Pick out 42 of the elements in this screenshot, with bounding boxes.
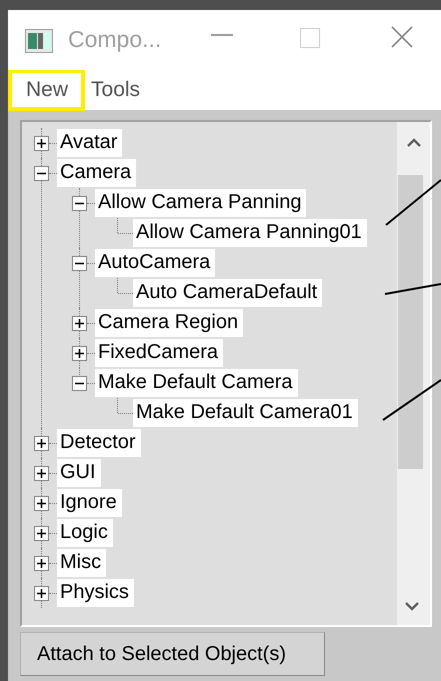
- minus-box-icon[interactable]: [72, 196, 87, 210]
- leader-line: [385, 179, 441, 226]
- plus-box-icon[interactable]: [34, 556, 49, 570]
- tree-item[interactable]: Camera: [57, 159, 136, 187]
- plus-box-icon[interactable]: [72, 346, 87, 360]
- tree-item[interactable]: Physics: [57, 579, 134, 607]
- tree-item[interactable]: Make Default Camera01: [133, 399, 358, 427]
- plus-box-icon[interactable]: [72, 316, 87, 330]
- menu-item[interactable]: New: [8, 69, 86, 111]
- tree-item[interactable]: AutoCamera: [95, 249, 216, 277]
- scrollbar[interactable]: [397, 122, 430, 625]
- tree-item[interactable]: GUI: [57, 459, 101, 487]
- minus-box-icon[interactable]: [34, 166, 49, 180]
- tree-item[interactable]: Avatar: [57, 129, 122, 157]
- tree-item[interactable]: Allow Camera Panning: [95, 189, 306, 217]
- tree-item[interactable]: Logic: [57, 519, 113, 547]
- scroll-down-icon[interactable]: [405, 602, 419, 611]
- close-icon[interactable]: [391, 26, 413, 48]
- plus-box-icon[interactable]: [34, 136, 49, 150]
- tree-item[interactable]: Make Default Camera: [95, 369, 298, 397]
- plus-box-icon[interactable]: [34, 466, 49, 480]
- menu-item[interactable]: Tools: [85, 69, 158, 111]
- leader-line: [382, 379, 441, 421]
- plus-box-icon[interactable]: [34, 526, 49, 540]
- tree-item[interactable]: Allow Camera Panning01: [133, 219, 367, 247]
- plus-box-icon[interactable]: [34, 436, 49, 450]
- tree-item[interactable]: Auto CameraDefault: [133, 279, 322, 307]
- scroll-up-icon[interactable]: [406, 138, 420, 147]
- leader-line: [384, 283, 441, 295]
- tree-item[interactable]: Ignore: [57, 489, 122, 517]
- tree-item[interactable]: FixedCamera: [95, 339, 224, 367]
- plus-box-icon[interactable]: [34, 586, 49, 600]
- attach-button[interactable]: Attach to Selected Object(s): [20, 632, 325, 676]
- window-title: Compo...: [68, 26, 162, 53]
- scrollbar-thumb[interactable]: [398, 175, 423, 469]
- app-icon: [25, 29, 53, 53]
- plus-box-icon[interactable]: [34, 496, 49, 510]
- minus-box-icon[interactable]: [72, 256, 87, 270]
- tree-item[interactable]: Detector: [57, 429, 141, 457]
- tree-item[interactable]: Misc: [57, 549, 106, 577]
- tree-item[interactable]: Camera Region: [95, 309, 244, 337]
- minus-box-icon[interactable]: [72, 376, 87, 390]
